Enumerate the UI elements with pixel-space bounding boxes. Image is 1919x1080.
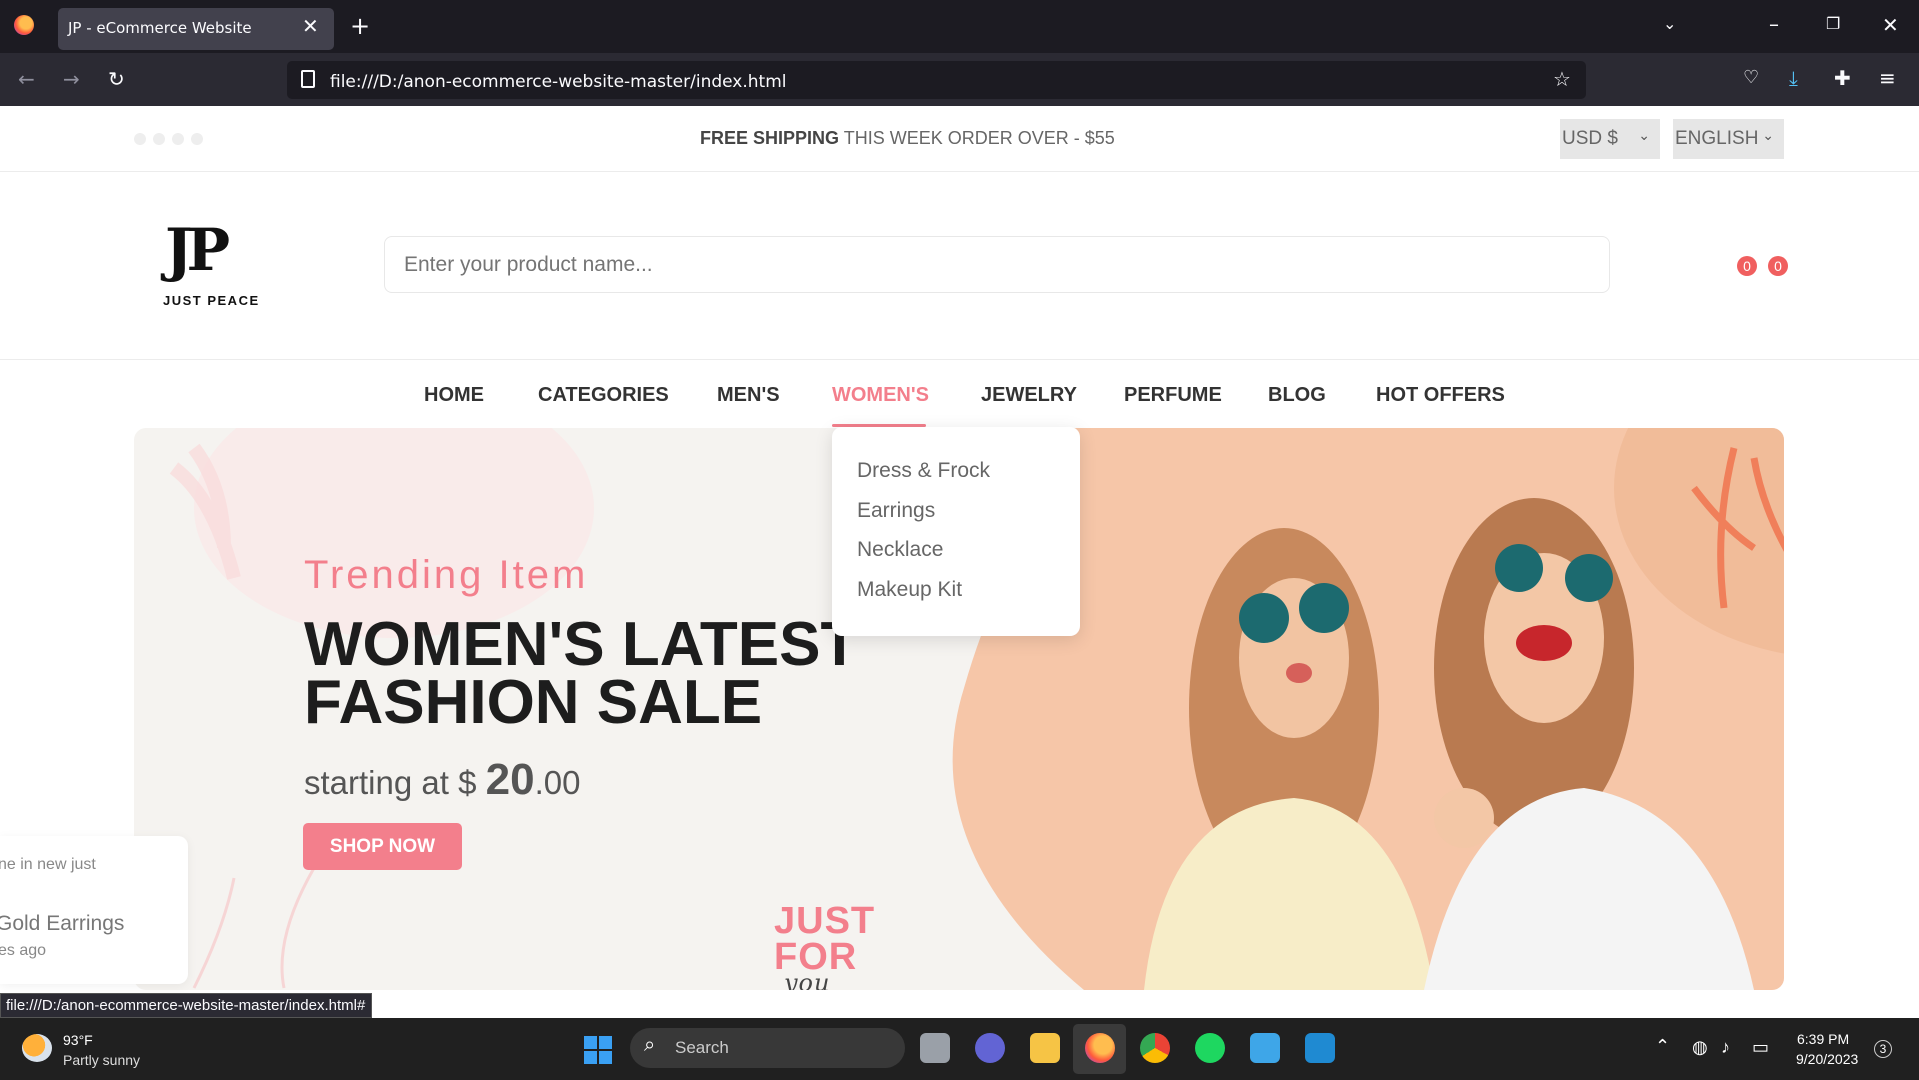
downloads-icon[interactable]: ⤓ xyxy=(1789,68,1798,88)
price-cents: .00 xyxy=(534,764,581,801)
page-icon xyxy=(301,70,315,88)
toast-line1: ne in new just xyxy=(0,856,96,873)
stamp-line3: you xyxy=(784,969,831,990)
social-dot-icon[interactable] xyxy=(172,133,184,145)
dropdown-item-dress-frock[interactable]: Dress & Frock xyxy=(857,459,990,483)
nav-blog[interactable]: BLOG xyxy=(1268,384,1326,407)
currency-select[interactable]: USD $ ⌄ xyxy=(1560,119,1660,159)
search-icon: ⌕ xyxy=(644,1034,656,1056)
social-dot-icon[interactable] xyxy=(134,133,146,145)
windows-taskbar: 93°F Partly sunny ⌕ Search ⌃ ◍ ♪ ▭ 6:39 … xyxy=(0,1018,1919,1080)
new-tab-icon[interactable]: + xyxy=(350,14,370,38)
menu-icon[interactable]: ≡ xyxy=(1879,68,1896,88)
volume-icon[interactable]: ♪ xyxy=(1721,1037,1730,1058)
toast-line3: es ago xyxy=(0,942,47,959)
notification-toast[interactable]: ne in new just Gold Earrings es ago xyxy=(0,836,188,984)
social-dot-icon[interactable] xyxy=(153,133,165,145)
banner-title: WOMEN'S LATEST FASHION SALE xyxy=(304,610,859,737)
shop-now-button[interactable]: SHOP NOW xyxy=(303,823,462,870)
browser-tab-bar: JP - eCommerce Website ✕ + ⌄ – ❐ ✕ xyxy=(0,0,1919,53)
teams-chat-icon[interactable] xyxy=(975,1033,1005,1063)
banner-subtitle: Trending Item xyxy=(304,553,589,597)
language-select[interactable]: ENGLISH ⌄ xyxy=(1673,119,1784,159)
minimize-icon[interactable]: – xyxy=(1769,14,1779,34)
cart-count-badge[interactable]: 0 xyxy=(1768,256,1788,276)
nav-mens[interactable]: MEN'S xyxy=(717,384,780,407)
firefox-taskbar-icon[interactable] xyxy=(1085,1033,1115,1063)
restore-icon[interactable]: ❐ xyxy=(1826,16,1840,32)
chevron-up-icon[interactable]: ⌃ xyxy=(1655,1036,1670,1057)
clock-time[interactable]: 6:39 PM xyxy=(1797,1031,1849,1047)
link-status-url: file:///D:/anon-ecommerce-website-master… xyxy=(0,993,373,1018)
search-input[interactable] xyxy=(385,237,1609,292)
nav-womens[interactable]: WOMEN'S xyxy=(832,384,929,407)
url-text: file:///D:/anon-ecommerce-website-master… xyxy=(330,72,787,92)
shipping-text: THIS WEEK ORDER OVER - $55 xyxy=(839,128,1115,148)
banner-title-line1: WOMEN'S LATEST xyxy=(304,610,859,679)
start-icon[interactable] xyxy=(584,1036,612,1064)
close-tab-icon[interactable]: ✕ xyxy=(302,14,319,38)
banner-price: starting at $ 20.00 xyxy=(304,755,580,805)
nav-hot-offers[interactable]: HOT OFFERS xyxy=(1376,384,1505,407)
extensions-icon[interactable]: ✚ xyxy=(1834,68,1851,88)
social-dot-icon[interactable] xyxy=(191,133,203,145)
firefox-icon xyxy=(14,15,34,35)
notepad-icon[interactable] xyxy=(1250,1033,1280,1063)
spotify-icon[interactable] xyxy=(1195,1033,1225,1063)
dropdown-item-earrings[interactable]: Earrings xyxy=(857,499,935,523)
clock-date[interactable]: 9/20/2023 xyxy=(1796,1051,1858,1067)
nav-home[interactable]: HOME xyxy=(424,384,484,407)
task-view-icon[interactable] xyxy=(920,1033,950,1063)
shipping-bold: FREE SHIPPING xyxy=(700,128,840,148)
search-box[interactable] xyxy=(384,236,1610,293)
list-tabs-icon[interactable]: ⌄ xyxy=(1663,16,1676,32)
nav-jewelry[interactable]: JEWELRY xyxy=(981,384,1077,407)
stamp-line1: JUST xyxy=(774,900,876,942)
reload-icon[interactable]: ↻ xyxy=(108,69,125,89)
language-value: ENGLISH xyxy=(1675,128,1759,149)
currency-value: USD $ xyxy=(1562,128,1618,149)
banner-title-line2: FASHION SALE xyxy=(304,668,763,737)
header-divider xyxy=(0,359,1919,360)
just-for-you-stamp: JUST FOR you xyxy=(774,900,876,990)
weather-icon[interactable] xyxy=(22,1034,52,1062)
taskbar-search-label: Search xyxy=(675,1038,729,1057)
logo-mark: JP xyxy=(165,216,230,284)
vscode-icon[interactable] xyxy=(1305,1033,1335,1063)
tab-title: JP - eCommerce Website xyxy=(68,19,252,37)
logo[interactable]: JP JUST PEACE xyxy=(135,202,281,327)
notification-badge[interactable]: 3 xyxy=(1874,1040,1892,1058)
chevron-down-icon: ⌄ xyxy=(1762,127,1774,143)
bookmark-star-icon[interactable]: ☆ xyxy=(1553,69,1571,89)
nav-perfume[interactable]: PERFUME xyxy=(1124,384,1222,407)
womens-dropdown-menu: Dress & Frock Earrings Necklace Makeup K… xyxy=(832,427,1080,636)
file-explorer-icon[interactable] xyxy=(1030,1033,1060,1063)
taskbar-search[interactable]: ⌕ Search xyxy=(630,1028,905,1068)
dropdown-item-necklace[interactable]: Necklace xyxy=(857,538,943,562)
chevron-down-icon: ⌄ xyxy=(1638,127,1650,143)
dropdown-item-makeup-kit[interactable]: Makeup Kit xyxy=(857,578,962,602)
forward-icon[interactable]: → xyxy=(63,69,80,89)
back-icon[interactable]: ← xyxy=(18,69,35,89)
price-whole: 20 xyxy=(485,755,535,804)
shipping-notice: FREE SHIPPING THIS WEEK ORDER OVER - $55 xyxy=(700,128,1115,149)
nav-categories[interactable]: CATEGORIES xyxy=(538,384,669,407)
price-prefix: starting at $ xyxy=(304,764,486,801)
web-page: FREE SHIPPING THIS WEEK ORDER OVER - $55… xyxy=(0,106,1919,1018)
logo-text: JUST PEACE xyxy=(163,293,260,308)
pocket-icon[interactable]: ♡ xyxy=(1743,69,1759,87)
toast-line2: Gold Earrings xyxy=(0,912,125,935)
weather-temp: 93°F xyxy=(63,1032,93,1048)
battery-icon[interactable]: ▭ xyxy=(1752,1037,1769,1058)
weather-desc: Partly sunny xyxy=(63,1052,141,1068)
wishlist-count-badge[interactable]: 0 xyxy=(1737,256,1757,276)
network-icon[interactable]: ◍ xyxy=(1692,1037,1708,1058)
close-window-icon[interactable]: ✕ xyxy=(1882,15,1899,35)
chrome-icon[interactable] xyxy=(1140,1033,1170,1063)
